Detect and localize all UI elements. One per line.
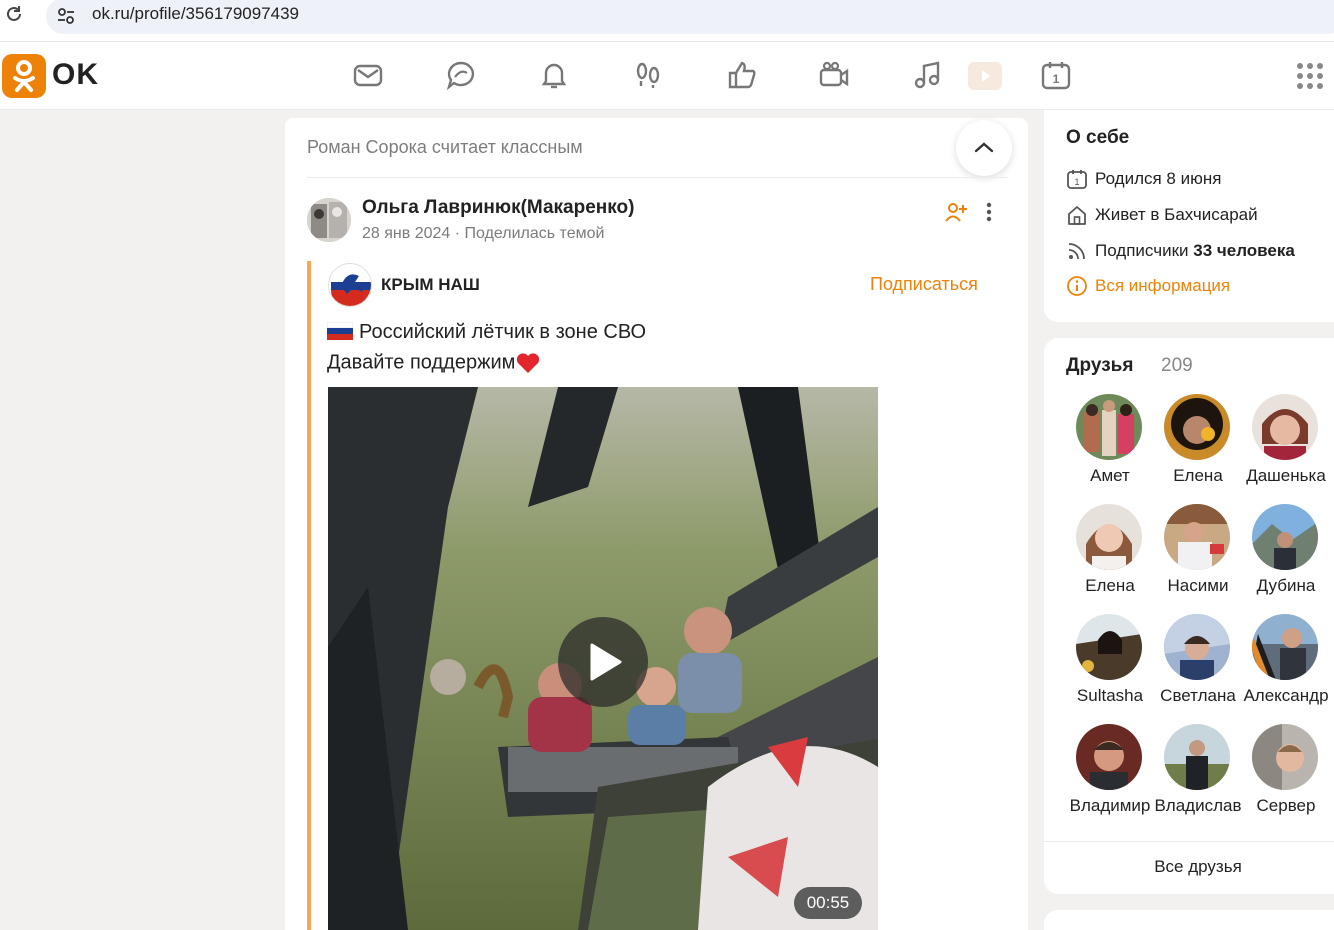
friend-avatar xyxy=(1252,724,1318,790)
subscribers-label: Подписчики xyxy=(1095,241,1189,260)
post-date[interactable]: 28 янв 2024 xyxy=(362,225,450,242)
friend-name: Дашенька xyxy=(1246,466,1326,485)
group-avatar[interactable] xyxy=(328,263,372,307)
friend-avatar xyxy=(1076,724,1142,790)
group-name[interactable]: КРЫМ НАШ xyxy=(381,275,480,295)
friend-item[interactable]: Елена xyxy=(1154,394,1242,498)
url-field[interactable]: ok.ru/profile/356179097439 xyxy=(46,0,1334,34)
reload-icon[interactable] xyxy=(4,4,24,24)
friends-card: Друзья 209 Амет Елена Дашенька Елена Нас… xyxy=(1044,338,1334,894)
marks-icon[interactable] xyxy=(726,59,758,91)
friend-item[interactable]: Насими xyxy=(1154,504,1242,608)
friend-name: Елена xyxy=(1173,466,1223,485)
video-icon[interactable] xyxy=(818,59,850,91)
video-tile-icon[interactable] xyxy=(968,62,1002,90)
friend-name: Амет xyxy=(1090,466,1130,485)
friend-name: Насими xyxy=(1167,576,1229,595)
site-settings-icon[interactable] xyxy=(56,6,76,26)
friend-name: Владимир xyxy=(1069,796,1151,815)
friends-title[interactable]: Друзья xyxy=(1066,355,1133,377)
rss-icon xyxy=(1068,243,1085,260)
friend-avatar xyxy=(1164,504,1230,570)
friend-name: Владислав xyxy=(1154,796,1242,815)
chevron-up-icon xyxy=(974,142,994,153)
post-action: Поделилась темой xyxy=(464,225,605,242)
feed-card: Роман Сорока считает классным Ольга Лавр… xyxy=(285,118,1028,930)
friend-item[interactable]: Владислав xyxy=(1154,724,1242,828)
post-text-1: Российский лётчик в зоне СВО xyxy=(359,321,647,343)
svg-text:1: 1 xyxy=(1053,72,1060,86)
friend-avatar xyxy=(1164,394,1230,460)
about-title: О себе xyxy=(1066,127,1130,148)
music-icon[interactable] xyxy=(912,59,944,91)
info-icon xyxy=(1067,276,1087,296)
next-sidebar-card xyxy=(1044,910,1334,930)
friend-item[interactable]: Светлана xyxy=(1154,614,1242,718)
ok-logo-icon xyxy=(13,60,35,92)
logo-text: OK xyxy=(52,58,99,91)
post-meta: 28 янв 2024 · Поделилась темой xyxy=(362,225,604,243)
friend-avatar xyxy=(1076,394,1142,460)
repost-block: КРЫМ НАШ Подписаться Российский лётчик в… xyxy=(307,261,1007,930)
url-text: ok.ru/profile/356179097439 xyxy=(92,4,299,23)
friend-item[interactable]: Sultasha xyxy=(1066,614,1154,718)
play-icon xyxy=(590,643,622,681)
browser-address-bar: ok.ru/profile/356179097439 xyxy=(0,0,1334,42)
friend-avatar xyxy=(1076,504,1142,570)
subscribe-button[interactable]: Подписаться xyxy=(870,274,978,295)
friend-avatar xyxy=(1164,724,1230,790)
divider xyxy=(307,177,1007,178)
friends-count: 209 xyxy=(1161,355,1193,376)
friend-avatar xyxy=(1252,394,1318,460)
collapse-button[interactable] xyxy=(956,120,1012,176)
video-player[interactable]: 00:55 xyxy=(328,387,878,930)
home-icon xyxy=(1068,206,1086,225)
post-text-line-1: Российский лётчик в зоне СВО xyxy=(327,321,646,344)
apps-grid-icon[interactable] xyxy=(1296,62,1324,90)
friend-item[interactable]: Александр xyxy=(1242,614,1330,718)
friend-name: Дубина xyxy=(1256,576,1316,595)
liked-by-line: Роман Сорока считает классным xyxy=(307,137,583,157)
guests-icon[interactable] xyxy=(632,59,664,91)
friend-avatar xyxy=(1076,614,1142,680)
red-heart-icon xyxy=(517,353,540,373)
post-text-line-2: Давайте поддержим xyxy=(327,351,541,375)
friend-item[interactable]: Амет xyxy=(1066,394,1154,498)
friend-name: Елена xyxy=(1085,576,1135,595)
messages-icon[interactable] xyxy=(352,59,384,91)
notifications-icon[interactable] xyxy=(538,59,570,91)
discussions-icon[interactable] xyxy=(445,59,477,91)
friend-avatar xyxy=(1164,614,1230,680)
friend-item[interactable]: Елена xyxy=(1066,504,1154,608)
add-friend-icon[interactable] xyxy=(944,200,968,224)
friend-avatar xyxy=(1252,614,1318,680)
post-text-2: Давайте поддержим xyxy=(327,351,516,374)
friend-item[interactable]: Дашенька xyxy=(1242,394,1330,498)
friend-name: Sultasha xyxy=(1076,686,1144,705)
svg-text:1: 1 xyxy=(1074,177,1079,187)
author-avatar[interactable] xyxy=(307,198,351,242)
all-friends-link[interactable]: Все друзья xyxy=(1044,857,1334,877)
friend-item[interactable]: Дубина xyxy=(1242,504,1330,608)
friend-item[interactable]: Владимир xyxy=(1066,724,1154,828)
calendar-icon[interactable]: 1 xyxy=(1040,59,1072,91)
ok-logo[interactable] xyxy=(2,54,46,98)
video-duration: 00:55 xyxy=(794,887,862,919)
author-name[interactable]: Ольга Лавринюк(Макаренко) xyxy=(362,197,634,219)
more-options-icon[interactable] xyxy=(979,200,999,224)
friend-name: Александр xyxy=(1243,686,1329,705)
friend-name: Светлана xyxy=(1160,686,1236,705)
divider xyxy=(1044,841,1334,842)
meta-separator: · xyxy=(454,225,461,242)
about-card: О себе 1 Родился 8 июня Живет в Бахчисар… xyxy=(1044,110,1334,322)
play-button[interactable] xyxy=(558,617,648,707)
calendar-small-icon: 1 xyxy=(1067,170,1087,189)
subscribers-value: 33 человека xyxy=(1193,241,1295,260)
friend-name: Сервер xyxy=(1256,796,1316,815)
russian-flag-icon xyxy=(327,321,353,340)
friend-item[interactable]: Сервер xyxy=(1242,724,1330,828)
site-header: OK 1 xyxy=(0,42,1334,110)
friend-avatar xyxy=(1252,504,1318,570)
